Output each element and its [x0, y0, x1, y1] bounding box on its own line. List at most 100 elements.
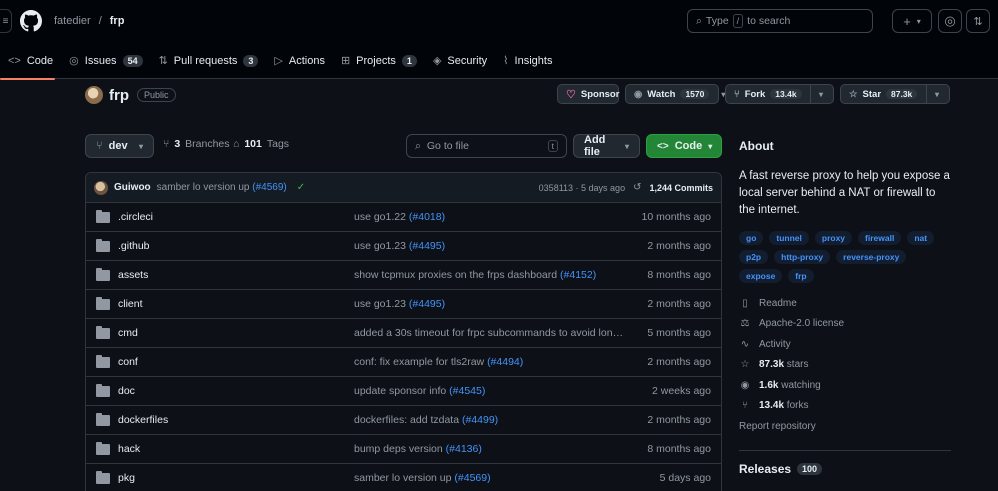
sponsor-button[interactable]: ♡ Sponsor [557, 84, 619, 104]
file-row[interactable]: client use go1.23 (#4495) 2 months ago [86, 290, 721, 319]
topic-tag[interactable]: firewall [858, 231, 902, 245]
file-name[interactable]: conf [118, 356, 354, 368]
tab-pull-requests[interactable]: ⇅ Pull requests 3 [151, 42, 267, 79]
commit-author-avatar[interactable] [94, 180, 108, 195]
file-commit-message[interactable]: conf: fix example for tls2raw (#4494) [354, 356, 626, 368]
topic-tag[interactable]: frp [788, 269, 814, 283]
file-name[interactable]: doc [118, 385, 354, 397]
tab-issues[interactable]: ◎ Issues 54 [61, 42, 150, 79]
topic-tag[interactable]: p2p [739, 250, 769, 264]
file-commit-message[interactable]: use go1.22 (#4018) [354, 211, 626, 223]
file-row[interactable]: conf conf: fix example for tls2raw (#4494… [86, 348, 721, 377]
add-file-button[interactable]: Add file ▾ [573, 134, 640, 158]
topic-tag[interactable]: reverse-proxy [836, 250, 907, 264]
global-search-input[interactable]: ⌕ Type / to search [687, 9, 873, 33]
topic-tag[interactable]: nat [907, 231, 935, 245]
about-link[interactable]: ☆ 87.3k stars [739, 359, 951, 372]
topic-tag[interactable]: tunnel [769, 231, 809, 245]
fork-dropdown-caret-icon[interactable]: ▾ [810, 85, 831, 103]
about-section: About A fast reverse proxy to help you e… [739, 139, 951, 433]
file-name[interactable]: .circleci [118, 211, 354, 223]
issues-icon: ◎ [69, 55, 79, 67]
file-commit-pr-link[interactable]: (#4494) [487, 356, 523, 368]
watch-button[interactable]: ◉ Watch 1570 ▾ [625, 84, 725, 104]
file-commit-pr-link[interactable]: (#4495) [409, 240, 445, 252]
github-logo-icon[interactable] [20, 10, 42, 32]
file-commit-message[interactable]: samber lo version up (#4569) [354, 472, 626, 484]
file-name[interactable]: dockerfiles [118, 414, 354, 426]
star-button[interactable]: ☆ Star 87.3k ▾ [840, 84, 950, 104]
tab-projects[interactable]: ⊞ Projects 1 [333, 42, 425, 79]
tab-code[interactable]: <> Code [0, 42, 61, 80]
file-commit-message[interactable]: use go1.23 (#4495) [354, 298, 626, 310]
about-link[interactable]: ∿ Activity [739, 338, 951, 351]
file-name[interactable]: hack [118, 443, 354, 455]
file-commit-pr-link[interactable]: (#4495) [409, 298, 445, 310]
file-commit-message[interactable]: use go1.23 (#4495) [354, 240, 626, 252]
topic-tag[interactable]: go [739, 231, 764, 245]
file-row[interactable]: pkg samber lo version up (#4569) 5 days ag… [86, 464, 721, 491]
shield-icon: ◈ [432, 55, 442, 67]
create-new-button[interactable]: + ▾ [892, 9, 932, 33]
topic-tag[interactable]: proxy [814, 231, 853, 245]
branches-link[interactable]: ⑂ 3 Branches [163, 138, 230, 150]
file-commit-pr-link[interactable]: (#4569) [454, 472, 490, 484]
tab-insights[interactable]: ⌇ Insights [495, 42, 560, 79]
branch-select-button[interactable]: ⑂ dev ▾ [85, 134, 154, 158]
file-commit-pr-link[interactable]: (#4152) [560, 269, 596, 281]
file-name[interactable]: .github [118, 240, 354, 252]
check-icon[interactable]: ✓ [297, 182, 305, 193]
caret-down-icon: ▾ [138, 141, 143, 151]
file-commit-message[interactable]: update sponsor info (#4545) [354, 385, 626, 397]
menu-toggle-button[interactable]: ≡ [0, 9, 12, 33]
file-row[interactable]: hack bump deps version (#4136) 8 months ag… [86, 435, 721, 464]
about-link[interactable]: ▯ Readme [739, 297, 951, 310]
topic-tag[interactable]: expose [739, 269, 783, 283]
file-row[interactable]: assets show tcpmux proxies on the frps da… [86, 261, 721, 290]
issues-global-button[interactable]: ◎ [938, 9, 962, 33]
file-commit-message[interactable]: show tcpmux proxies on the frps dashboar… [354, 269, 626, 281]
file-commit-pr-link[interactable]: (#4136) [446, 443, 482, 455]
topic-tag[interactable]: http-proxy [774, 250, 831, 264]
file-name[interactable]: client [118, 298, 354, 310]
about-link[interactable]: ⚖ Apache-2.0 license [739, 318, 951, 331]
search-icon: ⌕ [415, 139, 421, 152]
owner-avatar[interactable] [85, 86, 103, 104]
file-name[interactable]: pkg [118, 472, 354, 484]
file-commit-pr-link[interactable]: (#4018) [409, 211, 445, 223]
fork-button[interactable]: ⑂ Fork 13.4k ▾ [725, 84, 834, 104]
file-row[interactable]: .circleci use go1.22 (#4018) 10 months ago [86, 203, 721, 232]
file-row[interactable]: .github use go1.23 (#4495) 2 months ago [86, 232, 721, 261]
file-commit-pr-link[interactable]: (#4499) [462, 414, 498, 426]
file-row[interactable]: doc update sponsor info (#4545) 2 weeks ag… [86, 377, 721, 406]
tab-actions[interactable]: ▷ Actions [266, 42, 333, 79]
file-name[interactable]: cmd [118, 327, 354, 339]
pull-requests-global-button[interactable]: ⇅ [966, 9, 990, 33]
file-name[interactable]: assets [118, 269, 354, 281]
tab-security[interactable]: ◈ Security [425, 42, 495, 79]
breadcrumb-owner[interactable]: fatedier [54, 15, 91, 27]
commits-link[interactable]: 1,244 Commits [649, 183, 713, 193]
file-row[interactable]: cmd added a 30s timeout for frpc subcomma… [86, 319, 721, 348]
star-icon: ☆ [849, 88, 858, 100]
about-link[interactable]: ◉ 1.6k watching [739, 379, 951, 392]
commit-meta: 0358113 · 5 days ago ↺ 1,244 Commits [539, 182, 713, 193]
file-commit-message[interactable]: added a 30s timeout for frpc subcommands… [354, 327, 626, 339]
go-to-file-input[interactable]: ⌕ Go to file t [406, 134, 567, 158]
file-commit-message[interactable]: bump deps version (#4136) [354, 443, 626, 455]
about-link[interactable]: Report repository [739, 420, 951, 433]
file-row[interactable]: dockerfiles dockerfiles: add tzdata (#449… [86, 406, 721, 435]
commit-pr-link[interactable]: (#4569) [252, 182, 286, 193]
breadcrumb-repo[interactable]: frp [110, 15, 125, 27]
about-link[interactable]: ⑂ 13.4k forks [739, 400, 951, 413]
star-dropdown-caret-icon[interactable]: ▾ [926, 85, 947, 103]
commit-sha-time[interactable]: 0358113 · 5 days ago [539, 183, 625, 193]
repo-name[interactable]: frp [109, 87, 129, 104]
file-commit-message[interactable]: dockerfiles: add tzdata (#4499) [354, 414, 626, 426]
code-download-button[interactable]: <> Code ▾ [646, 134, 722, 158]
file-commit-pr-link[interactable]: (#4545) [449, 385, 485, 397]
tags-link[interactable]: ⌂ 101 Tags [233, 138, 289, 150]
commit-message[interactable]: samber lo version up [157, 182, 250, 193]
commit-author[interactable]: Guiwoo [114, 182, 151, 193]
releases-heading[interactable]: Releases 100 [739, 462, 823, 476]
